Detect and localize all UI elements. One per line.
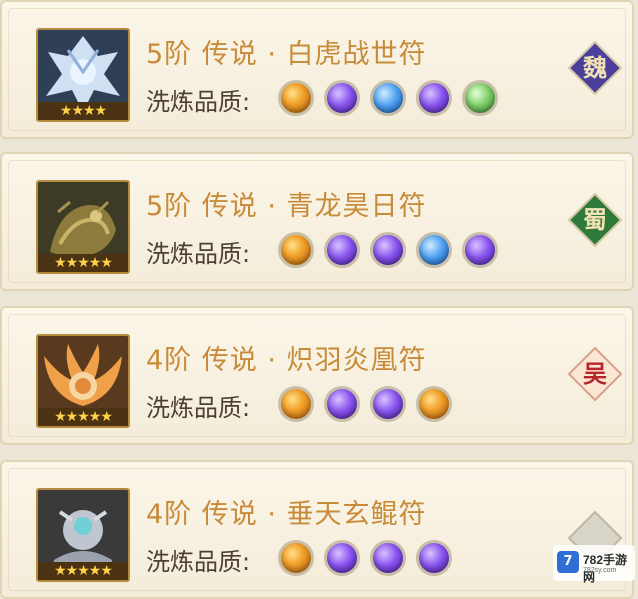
quality-label: 洗炼品质: bbox=[146, 240, 251, 268]
talisman-portrait[interactable]: ★★★★★ bbox=[36, 334, 130, 428]
talisman-card[interactable]: ★★★★ 5阶 传说 · 白虎战世符 洗炼品质: 魏 bbox=[0, 0, 634, 139]
star-rating: ★★★★ bbox=[38, 102, 128, 120]
quality-orbs bbox=[278, 232, 498, 268]
star-rating: ★★★★★ bbox=[38, 254, 128, 272]
quality-orb[interactable] bbox=[462, 232, 498, 268]
site-watermark: 7 782手游网 782sy.com bbox=[553, 545, 635, 584]
quality-orb[interactable] bbox=[324, 540, 360, 576]
talisman-title: 4阶 传说 · 垂天玄鲲符 bbox=[146, 499, 427, 530]
quality-orb[interactable] bbox=[278, 80, 314, 116]
talisman-title: 4阶 传说 · 炽羽炎凰符 bbox=[146, 345, 427, 376]
quality-label: 洗炼品质: bbox=[146, 394, 251, 422]
quality-orb[interactable] bbox=[416, 386, 452, 422]
star-rating: ★★★★★ bbox=[38, 408, 128, 426]
quality-orb[interactable] bbox=[462, 80, 498, 116]
faction-badge: 魏 bbox=[567, 40, 623, 96]
faction-label: 蜀 bbox=[583, 205, 607, 234]
faction-label: 魏 bbox=[583, 53, 607, 82]
quality-label: 洗炼品质: bbox=[146, 88, 251, 116]
star-rating: ★★★★★ bbox=[38, 562, 128, 580]
talisman-card[interactable]: ★★★★★ 4阶 传说 · 垂天玄鲲符 洗炼品质: bbox=[0, 460, 634, 599]
talisman-title: 5阶 传说 · 白虎战世符 bbox=[146, 39, 427, 70]
quality-orb[interactable] bbox=[278, 540, 314, 576]
quality-orb[interactable] bbox=[416, 232, 452, 268]
quality-label: 洗炼品质: bbox=[146, 548, 251, 576]
talisman-card[interactable]: ★★★★★ 4阶 传说 · 炽羽炎凰符 洗炼品质: 吴 bbox=[0, 306, 634, 445]
quality-orb[interactable] bbox=[416, 540, 452, 576]
talisman-card[interactable]: ★★★★★ 5阶 传说 · 青龙昊日符 洗炼品质: 蜀 bbox=[0, 152, 634, 291]
quality-orb[interactable] bbox=[324, 80, 360, 116]
quality-orbs bbox=[278, 540, 452, 576]
quality-orb[interactable] bbox=[370, 386, 406, 422]
quality-orb[interactable] bbox=[278, 232, 314, 268]
quality-orb[interactable] bbox=[370, 540, 406, 576]
talisman-portrait[interactable]: ★★★★★ bbox=[36, 488, 130, 582]
quality-orbs bbox=[278, 386, 452, 422]
watermark-url: 782sy.com bbox=[583, 567, 617, 574]
quality-orb[interactable] bbox=[324, 232, 360, 268]
faction-badge: 蜀 bbox=[567, 192, 623, 248]
quality-orb[interactable] bbox=[370, 232, 406, 268]
quality-orb[interactable] bbox=[278, 386, 314, 422]
quality-orb[interactable] bbox=[324, 386, 360, 422]
talisman-portrait[interactable]: ★★★★★ bbox=[36, 180, 130, 274]
talisman-portrait[interactable]: ★★★★ bbox=[36, 28, 130, 122]
quality-orbs bbox=[278, 80, 498, 116]
faction-badge: 吴 bbox=[567, 346, 623, 402]
talisman-title: 5阶 传说 · 青龙昊日符 bbox=[146, 191, 427, 222]
quality-orb[interactable] bbox=[370, 80, 406, 116]
faction-label: 吴 bbox=[583, 359, 607, 388]
quality-orb[interactable] bbox=[416, 80, 452, 116]
watermark-logo-icon: 7 bbox=[557, 551, 579, 573]
